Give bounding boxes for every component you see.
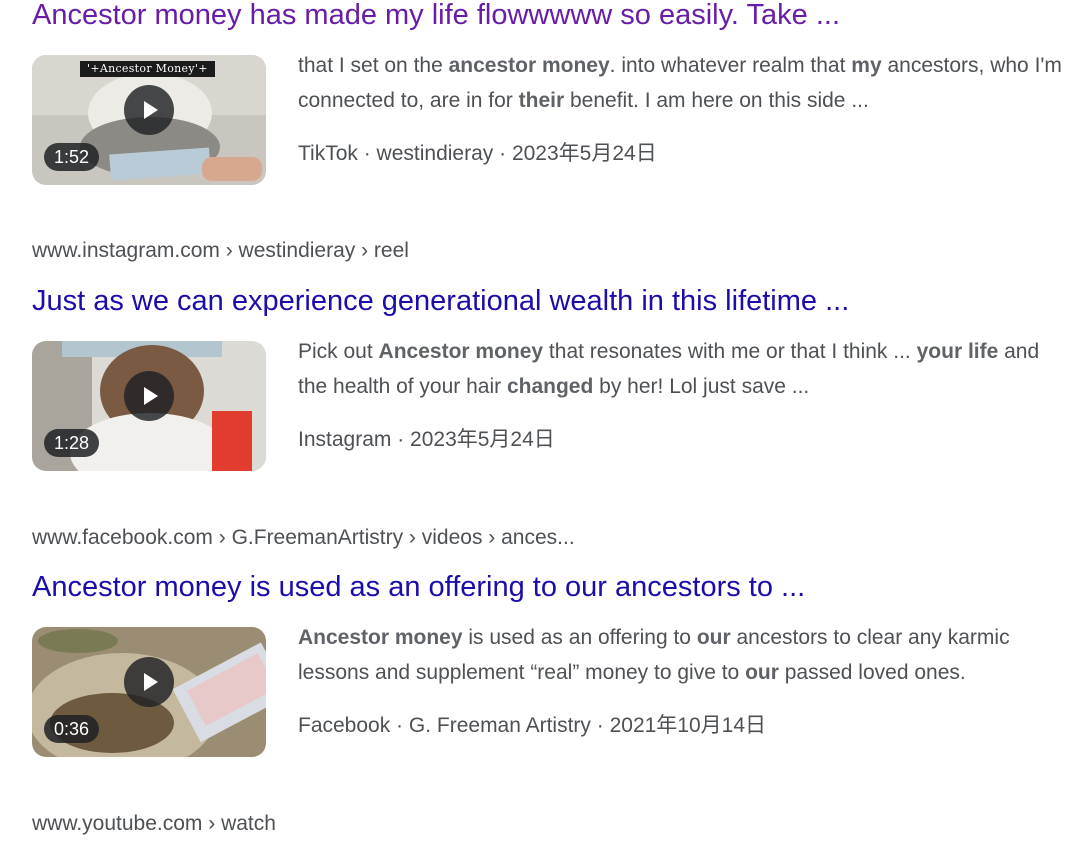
snippet-highlight: our: [745, 661, 779, 684]
result-snippet: Pick out Ancestor money that resonates w…: [298, 334, 1068, 404]
snippet-text: is used as an offering to: [462, 626, 697, 649]
play-icon[interactable]: [124, 657, 174, 707]
snippet-highlight: Ancestor money: [378, 340, 544, 363]
result-url-breadcrumb[interactable]: www.youtube.com › watch: [32, 810, 276, 838]
video-thumbnail[interactable]: 1:28: [32, 341, 266, 471]
snippet-text: that I set on the: [298, 54, 449, 77]
result-source-meta: TikTok · westindieray · 2023年5月24日: [298, 142, 657, 165]
snippet-highlight: their: [518, 89, 565, 112]
play-icon[interactable]: [124, 85, 174, 135]
result-url-breadcrumb[interactable]: www.instagram.com › westindieray › reel: [32, 237, 409, 265]
snippet-text: benefit. I am here on this side ...: [564, 89, 869, 112]
result-title[interactable]: Ancestor money is used as an offering to…: [32, 569, 805, 605]
result-snippet: that I set on the ancestor money. into w…: [298, 48, 1068, 118]
result-source-meta: Facebook · G. Freeman Artistry · 2021年10…: [298, 714, 767, 737]
video-duration: 1:28: [44, 429, 100, 457]
snippet-text: that resonates with me or that I think .…: [543, 340, 917, 363]
snippet-highlight: Ancestor money: [298, 626, 463, 649]
snippet-highlight: changed: [506, 375, 594, 398]
result-source-meta: Instagram · 2023年5月24日: [298, 428, 555, 451]
snippet-highlight: my: [851, 54, 882, 77]
video-thumbnail[interactable]: 0:36: [32, 627, 266, 757]
snippet-highlight: ancestor money: [448, 54, 610, 77]
snippet-highlight: your life: [916, 340, 999, 363]
snippet-text: by her! Lol just save ...: [593, 375, 810, 398]
video-duration: 0:36: [44, 715, 100, 743]
play-icon[interactable]: [124, 371, 174, 421]
result-title[interactable]: Ancestor money has made my life flowwwww…: [32, 0, 840, 33]
result-snippet: Ancestor money is used as an offering to…: [298, 620, 1068, 690]
video-thumbnail[interactable]: '+Ancestor Money'+ 1:52: [32, 55, 266, 185]
snippet-text: passed loved ones.: [778, 661, 966, 684]
thumbnail-overlay-text: '+Ancestor Money'+: [80, 61, 215, 77]
snippet-text: Pick out: [298, 340, 379, 363]
result-url-breadcrumb[interactable]: www.facebook.com › G.FreemanArtistry › v…: [32, 524, 575, 552]
snippet-highlight: our: [696, 626, 731, 649]
result-title[interactable]: Just as we can experience generational w…: [32, 283, 849, 319]
snippet-text: . into whatever realm that: [609, 54, 852, 77]
video-duration: 1:52: [44, 143, 100, 171]
